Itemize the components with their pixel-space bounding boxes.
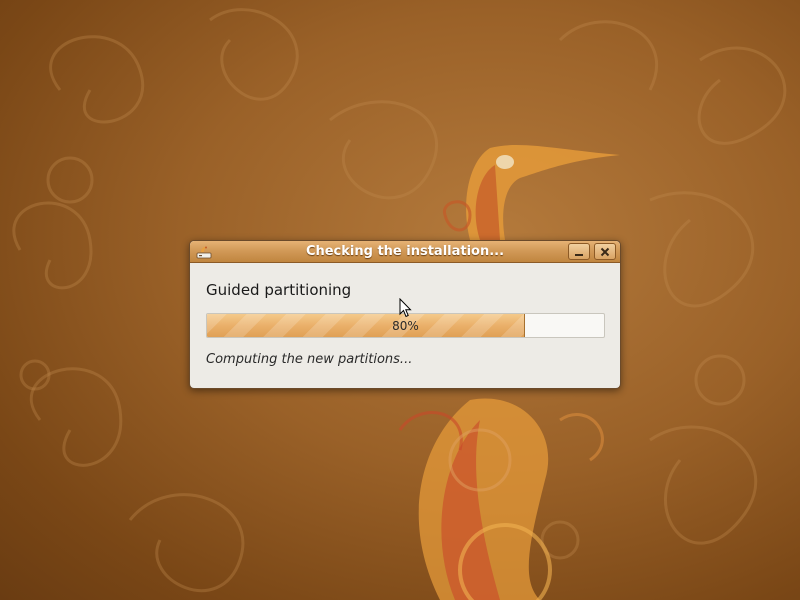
close-button[interactable] (594, 243, 616, 260)
step-heading: Guided partitioning (206, 281, 352, 299)
minimize-icon (575, 253, 583, 256)
mouse-pointer-icon (399, 298, 412, 318)
dialog-title: Checking the installation... (305, 244, 505, 259)
progress-label: 80% (392, 319, 419, 333)
close-icon (600, 247, 610, 256)
dialog-titlebar[interactable]: Checking the installation... (190, 241, 620, 263)
minimize-button[interactable] (568, 243, 590, 260)
status-text: Computing the new partitions... (206, 352, 413, 367)
